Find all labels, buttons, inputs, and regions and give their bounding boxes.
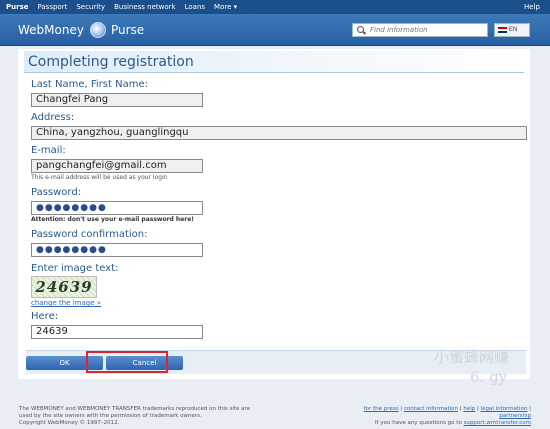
captcha-image: 24639 [31,276,97,298]
cancel-highlight [86,351,168,373]
watermark-sub: 6. gy [470,368,508,386]
password-label: Password: [31,187,82,198]
name-field[interactable]: Changfei Pang [31,93,203,107]
nav-purse[interactable]: Purse [6,3,28,11]
address-field[interactable]: China, yangzhou, guanglingqu [31,126,527,140]
nav-passport[interactable]: Passport [37,3,67,11]
language-select[interactable]: EN [494,23,530,37]
uk-flag-icon [498,27,507,33]
footer: The WEBMONEY and WEBMONEY TRANSFER trade… [0,398,550,429]
nav-security[interactable]: Security [76,3,105,11]
nav-business-network[interactable]: Business network [114,3,176,11]
top-nav: Purse Passport Security Business network… [0,0,550,14]
support-text: If you have any questions go to [375,420,462,426]
language-label: EN [509,27,518,33]
trademark-line2: used by the site owners with the permiss… [19,413,202,419]
footer-links: for the press | contact information | he… [363,406,531,426]
captcha-label: Enter image text: [31,263,119,274]
watermark-text: 小蜜蜂网赚 [434,348,510,366]
search-icon[interactable] [357,25,366,35]
brand-name: WebMoney [18,23,84,37]
nav-loans[interactable]: Loans [185,3,205,11]
password-field[interactable]: ●●●●●●●● [31,201,203,215]
search-box[interactable] [352,23,488,37]
page-title: Completing registration [28,54,194,70]
password-warning: Attention: don't use your e-mail passwor… [31,216,195,223]
help-link[interactable]: Help [524,3,540,11]
nav-more[interactable]: More ▾ [214,3,237,11]
footer-link-help[interactable]: help [463,406,475,412]
email-field[interactable]: pangchangfei@gmail.com [31,159,203,173]
footer-legal: The WEBMONEY and WEBMONEY TRANSFER trade… [19,406,289,427]
footer-link-partnership[interactable]: partnership [499,413,531,419]
address-label: Address: [31,112,75,123]
support-link[interactable]: support.wmtransfer.com [464,420,531,426]
footer-link-contact[interactable]: contact information [404,406,458,412]
here-label: Here: [31,311,59,322]
email-note: This e-mail address will be used as your… [31,174,168,181]
purse-logo-icon [89,22,106,38]
confirm-password-field[interactable]: ●●●●●●●● [31,243,203,257]
name-label: Last Name, First Name: [31,79,148,90]
copyright: Copyright WebMoney © 1997–2012. [19,420,120,426]
search-input[interactable] [370,26,480,34]
email-label: E-mail: [31,145,66,156]
captcha-input[interactable]: 24639 [31,325,203,339]
confirm-label: Password confirmation: [31,229,148,240]
trademark-line1: The WEBMONEY and WEBMONEY TRANSFER trade… [19,406,251,412]
footer-link-press[interactable]: for the press [364,406,399,412]
change-image-link[interactable]: change the image » [31,299,101,307]
title-bar: Completing registration [24,51,524,73]
footer-link-legal[interactable]: legal information [481,406,528,412]
registration-card: Completing registration Last Name, First… [18,49,530,379]
product-name: Purse [110,23,145,37]
logo[interactable]: WebMoney Purse [18,22,144,38]
